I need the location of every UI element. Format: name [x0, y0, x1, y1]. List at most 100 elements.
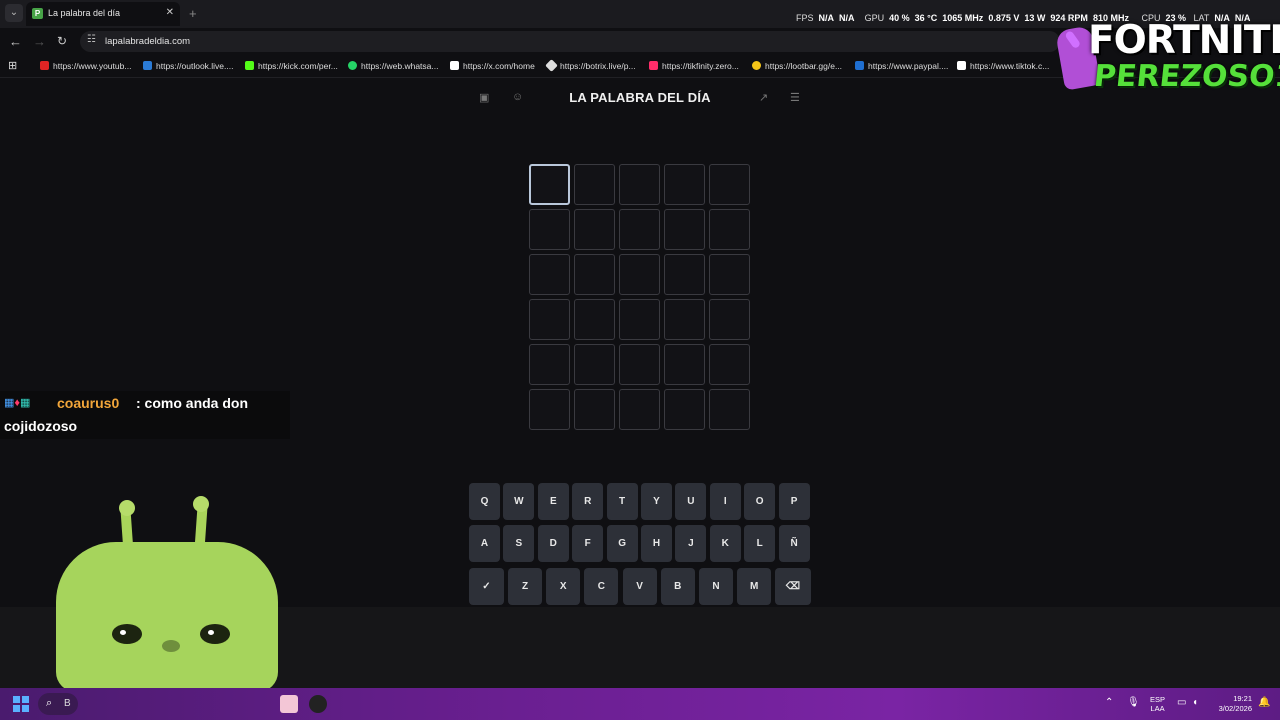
- key-j[interactable]: J: [675, 525, 707, 562]
- key-g[interactable]: G: [606, 525, 638, 562]
- game-header: ▣ ☺ LA PALABRA DEL DÍA ↗ ☰: [470, 84, 810, 112]
- bookmark-outlook[interactable]: https://outlook.live....: [143, 61, 233, 71]
- key-f[interactable]: F: [572, 525, 604, 562]
- key-b[interactable]: B: [660, 568, 695, 605]
- bookmark-whatsapp[interactable]: https://web.whatsa...: [348, 61, 438, 71]
- taskbar-search[interactable]: ⌕ B: [38, 693, 78, 715]
- tab-title: La palabra del día: [48, 8, 121, 18]
- key-a[interactable]: A: [469, 525, 500, 562]
- bookmark-lootbar[interactable]: https://lootbar.gg/e...: [752, 61, 842, 71]
- bookmark-tiktok[interactable]: https://www.tiktok.c...: [957, 61, 1049, 71]
- lang-layout: LAA: [1150, 704, 1165, 713]
- key-n[interactable]: N: [699, 568, 733, 605]
- key-i[interactable]: I: [709, 483, 741, 520]
- key-enye[interactable]: Ñ: [778, 525, 810, 562]
- letter-tile: [664, 299, 705, 340]
- key-d[interactable]: D: [537, 525, 569, 562]
- key-z[interactable]: Z: [508, 568, 542, 605]
- letter-tile: [529, 344, 570, 385]
- bookmark-label: https://lootbar.gg/e...: [765, 61, 843, 71]
- youtube-icon: [40, 61, 49, 70]
- streamer-logo-overlay: FORTNITE PEREZOSO1: [1055, 18, 1280, 98]
- reload-icon[interactable]: ↻: [57, 34, 67, 48]
- paypal-icon: [855, 61, 864, 70]
- letter-tile: [709, 299, 750, 340]
- bookmark-label: https://web.whatsa...: [361, 61, 439, 71]
- address-bar[interactable]: ☷ lapalabradeldia.com: [80, 31, 1060, 52]
- letter-tile: [529, 299, 570, 340]
- letter-tile: [664, 254, 705, 295]
- network-icon[interactable]: ▭: [1177, 697, 1186, 708]
- letter-tile: [574, 389, 615, 430]
- clock-time: 19:21: [1233, 694, 1252, 703]
- system-clock[interactable]: 19:21 3/02/2026: [1212, 694, 1252, 714]
- new-tab-icon[interactable]: +: [189, 6, 197, 21]
- browser-tab-active[interactable]: P La palabra del día ✕: [26, 2, 180, 26]
- key-c[interactable]: C: [584, 568, 619, 605]
- arrow-right-icon[interactable]: →: [33, 34, 46, 49]
- key-k[interactable]: K: [709, 525, 741, 562]
- key-v[interactable]: V: [622, 568, 657, 605]
- notification-bell-icon[interactable]: 🔔: [1258, 697, 1270, 708]
- tune-icon[interactable]: ☷: [87, 34, 96, 45]
- gpu-temp: 36 °C: [914, 13, 938, 23]
- bookmark-paypal[interactable]: https://www.paypal....: [855, 61, 948, 71]
- key-y[interactable]: Y: [641, 483, 672, 520]
- key-q[interactable]: Q: [469, 483, 500, 520]
- letter-tile: [619, 299, 660, 340]
- chat-username: coaurus0: [57, 395, 120, 411]
- bookmark-youtube[interactable]: https://www.youtub...: [40, 61, 131, 71]
- letter-tile: [529, 164, 570, 205]
- volume-icon[interactable]: ◖: [1192, 697, 1198, 708]
- tiktok-icon: [957, 61, 966, 70]
- kick-icon: [245, 61, 254, 70]
- key-r[interactable]: R: [572, 483, 604, 520]
- settings-sliders-icon[interactable]: ☰: [790, 91, 800, 104]
- arrow-left-icon[interactable]: ←: [9, 34, 22, 49]
- fps-label: FPS: [796, 13, 814, 23]
- letter-tile: [664, 164, 705, 205]
- taskbar-search-text: B: [64, 698, 71, 709]
- outlook-icon: [143, 61, 152, 70]
- url-text[interactable]: lapalabradeldia.com: [105, 36, 190, 47]
- obs-icon[interactable]: [309, 695, 327, 713]
- fps-value: N/A: [818, 13, 835, 23]
- bookmark-label: https://outlook.live....: [156, 61, 234, 71]
- tray-chevron-icon[interactable]: ⌃: [1105, 697, 1113, 708]
- enter-key[interactable]: ✓: [469, 568, 504, 605]
- letter-tile: [619, 389, 660, 430]
- key-t[interactable]: T: [606, 483, 638, 520]
- lootbar-icon: [752, 61, 761, 70]
- letter-tile: [619, 164, 660, 205]
- key-w[interactable]: W: [503, 483, 535, 520]
- stats-trend-icon[interactable]: ↗: [759, 91, 768, 104]
- key-x[interactable]: X: [546, 568, 581, 605]
- windows-start-icon[interactable]: [13, 696, 29, 712]
- apps-grid-icon[interactable]: ⊞: [8, 59, 17, 72]
- key-p[interactable]: P: [778, 483, 810, 520]
- letter-tile: [619, 254, 660, 295]
- bookmark-x[interactable]: https://x.com/home: [450, 61, 535, 71]
- backspace-key[interactable]: ⌫: [775, 568, 811, 605]
- whatsapp-icon: [348, 61, 357, 70]
- taskbar-app-icon[interactable]: [280, 695, 298, 713]
- bookmark-kick[interactable]: https://kick.com/per...: [245, 61, 338, 71]
- key-l[interactable]: L: [744, 525, 776, 562]
- key-h[interactable]: H: [641, 525, 672, 562]
- bookmark-tikfinity[interactable]: https://tikfinity.zero...: [649, 61, 739, 71]
- tab-close-icon[interactable]: ✕: [166, 7, 174, 18]
- clock-date: 3/02/2026: [1218, 704, 1252, 713]
- key-m[interactable]: M: [737, 568, 772, 605]
- key-u[interactable]: U: [675, 483, 707, 520]
- key-o[interactable]: O: [744, 483, 776, 520]
- key-e[interactable]: E: [537, 483, 569, 520]
- input-language[interactable]: ESP LAA: [1150, 695, 1165, 713]
- letter-tile: [664, 389, 705, 430]
- bookmark-botrix[interactable]: https://botrix.live/p...: [545, 59, 636, 72]
- tab-search-chevron-icon[interactable]: ⌄: [5, 4, 23, 22]
- letter-tile: [574, 254, 615, 295]
- microphone-icon[interactable]: 🎙: [1127, 697, 1140, 708]
- gpu-label: GPU: [864, 13, 885, 23]
- letter-tile: [664, 344, 705, 385]
- key-s[interactable]: S: [503, 525, 535, 562]
